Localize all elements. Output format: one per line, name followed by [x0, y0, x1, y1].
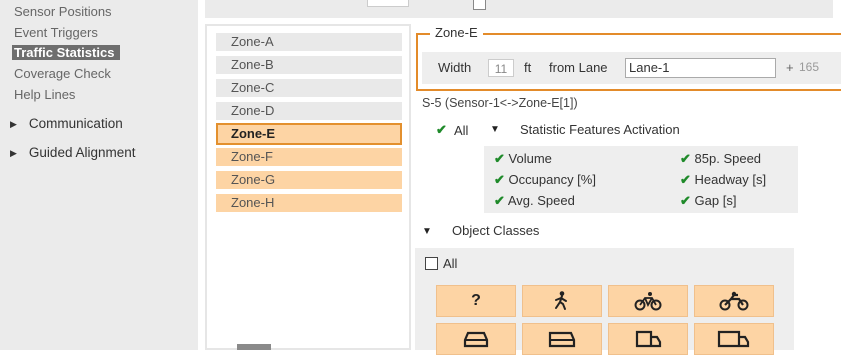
triangle-right-icon: ▶	[10, 119, 17, 129]
sidebar: Sensor Positions Event Triggers Traffic …	[0, 0, 198, 350]
zone-width-row: Width 11 ft from Lane Lane-1 + 165	[422, 52, 841, 84]
plus-label: +	[786, 60, 794, 75]
statistics-section-label[interactable]: Statistic Features Activation	[520, 122, 680, 137]
class-pedestrian-button[interactable]	[522, 285, 602, 317]
sidebar-group-label: Guided Alignment	[28, 145, 136, 160]
long-truck-icon	[717, 330, 750, 348]
zone-settings-title: Zone-E	[430, 25, 483, 40]
object-classes-label[interactable]: Object Classes	[452, 223, 539, 238]
class-bicycle-button[interactable]	[608, 285, 688, 317]
class-truck-button[interactable]	[608, 323, 688, 355]
motorcycle-icon	[719, 291, 749, 311]
sidebar-item-event-triggers[interactable]: Event Triggers	[14, 25, 98, 40]
feature-avg-speed[interactable]: ✔ Avg. Speed	[494, 193, 575, 209]
feature-label: Headway [s]	[694, 172, 767, 187]
sidebar-item-coverage-check[interactable]: Coverage Check	[14, 66, 111, 81]
van-icon	[548, 331, 576, 348]
feature-headway[interactable]: ✔ Headway [s]	[680, 172, 766, 188]
sidebar-group-communication[interactable]: ▶ Communication	[10, 116, 123, 131]
feature-label: Occupancy [%]	[508, 172, 596, 187]
car-icon	[463, 331, 489, 348]
statistics-all-toggle[interactable]: All	[454, 123, 468, 138]
feature-label: 85p. Speed	[694, 151, 762, 166]
device-icon	[237, 344, 271, 350]
triangle-down-icon[interactable]: ▼	[490, 124, 500, 135]
feature-label: Volume	[508, 151, 552, 166]
zone-item-g[interactable]: Zone-G	[216, 171, 402, 189]
sidebar-item-label: Sensor Positions	[14, 4, 112, 19]
triangle-down-icon[interactable]: ▼	[422, 226, 432, 237]
object-classes-all-label: All	[443, 256, 458, 271]
zone-item-d[interactable]: Zone-D	[216, 102, 402, 120]
statistic-features-panel: ✔ Volume ✔ 85p. Speed ✔ Occupancy [%] ✔ …	[484, 146, 798, 213]
zone-item-h[interactable]: Zone-H	[216, 194, 402, 212]
checkmark-icon: ✔	[680, 193, 691, 208]
feature-85p-speed[interactable]: ✔ 85p. Speed	[680, 151, 761, 167]
from-lane-label: from Lane	[549, 60, 608, 75]
checkmark-icon: ✔	[680, 172, 691, 187]
checkmark-icon: ✔	[494, 193, 505, 208]
sidebar-group-guided-alignment[interactable]: ▶ Guided Alignment	[10, 145, 136, 160]
feature-gap[interactable]: ✔ Gap [s]	[680, 193, 736, 209]
feature-occupancy[interactable]: ✔ Occupancy [%]	[494, 172, 596, 188]
checkmark-icon: ✔	[680, 151, 691, 166]
width-label: Width	[438, 60, 472, 75]
sidebar-item-traffic-statistics[interactable]: Traffic Statistics	[12, 45, 121, 60]
unknown-class-icon: ?	[471, 292, 481, 309]
sensor-label: S-5 (Sensor-1<->Zone-E[1])	[422, 96, 578, 110]
zone-item-e[interactable]: Zone-E	[216, 123, 402, 145]
zone-item-b[interactable]: Zone-B	[216, 56, 402, 74]
pedestrian-icon	[555, 291, 567, 310]
class-unknown-button[interactable]: ?	[436, 285, 516, 317]
zone-item-a[interactable]: Zone-A	[216, 33, 402, 51]
top-field[interactable]	[367, 0, 409, 7]
feature-volume[interactable]: ✔ Volume	[494, 151, 552, 167]
checkmark-icon: ✔	[494, 172, 505, 187]
zone-item-c[interactable]: Zone-C	[216, 79, 402, 97]
width-input[interactable]: 11	[488, 59, 514, 77]
sidebar-item-help-lines[interactable]: Help Lines	[14, 87, 75, 102]
zone-item-f[interactable]: Zone-F	[216, 148, 402, 166]
sidebar-item-label: Coverage Check	[14, 66, 111, 81]
sidebar-item-label: Traffic Statistics	[14, 45, 115, 60]
top-checkbox[interactable]	[473, 0, 486, 10]
bicycle-icon	[634, 292, 662, 311]
class-car-button[interactable]	[436, 323, 516, 355]
class-motorcycle-button[interactable]	[694, 285, 774, 317]
offset-input[interactable]: 165	[799, 60, 819, 74]
width-unit-label: ft	[524, 60, 532, 75]
checkmark-icon: ✔	[494, 151, 505, 166]
triangle-right-icon: ▶	[10, 148, 17, 158]
sidebar-item-label: Event Triggers	[14, 25, 98, 40]
truck-icon	[635, 330, 662, 348]
feature-label: Gap [s]	[694, 193, 737, 208]
lane-select[interactable]: Lane-1	[625, 58, 776, 78]
sidebar-item-label: Help Lines	[14, 87, 76, 102]
top-toolbar-strip	[205, 0, 833, 18]
class-van-button[interactable]	[522, 323, 602, 355]
object-classes-panel: All ?	[415, 248, 794, 355]
checkmark-icon: ✔	[436, 122, 447, 137]
class-long-truck-button[interactable]	[694, 323, 774, 355]
zone-list: Zone-A Zone-B Zone-C Zone-D Zone-E Zone-…	[205, 24, 411, 350]
feature-label: Avg. Speed	[507, 193, 575, 208]
sidebar-group-label: Communication	[28, 116, 123, 131]
object-classes-all-checkbox[interactable]	[425, 257, 438, 270]
sidebar-item-sensor-positions[interactable]: Sensor Positions	[14, 4, 112, 19]
